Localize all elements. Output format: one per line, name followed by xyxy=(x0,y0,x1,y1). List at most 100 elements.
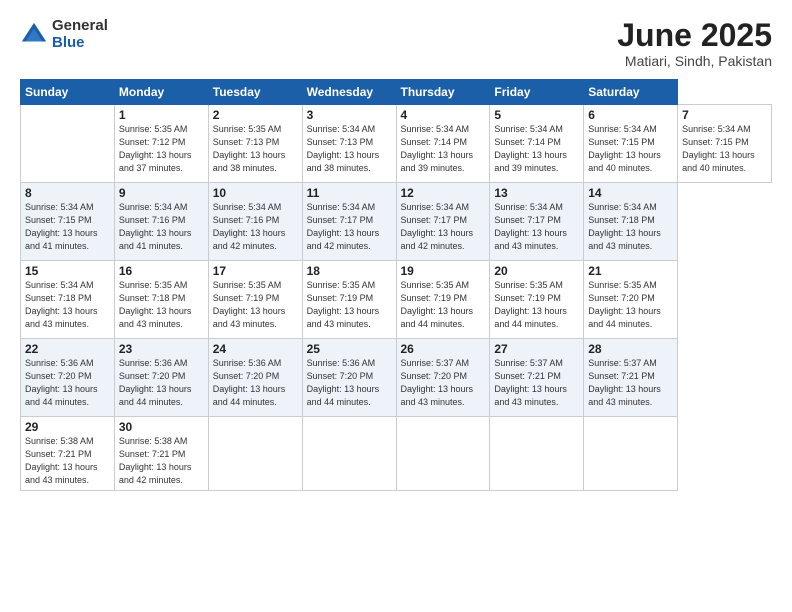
day-number: 10 xyxy=(213,186,298,200)
empty-cell xyxy=(490,417,584,491)
empty-cell xyxy=(208,417,302,491)
day-number: 17 xyxy=(213,264,298,278)
day-cell-21: 21Sunrise: 5:35 AM Sunset: 7:20 PM Dayli… xyxy=(584,261,678,339)
day-number: 13 xyxy=(494,186,579,200)
day-number: 18 xyxy=(307,264,392,278)
day-number: 1 xyxy=(119,108,204,122)
day-info: Sunrise: 5:35 AM Sunset: 7:13 PM Dayligh… xyxy=(213,123,298,175)
logo-text: General Blue xyxy=(52,18,108,51)
day-number: 20 xyxy=(494,264,579,278)
day-number: 27 xyxy=(494,342,579,356)
day-number: 21 xyxy=(588,264,673,278)
day-cell-30: 30Sunrise: 5:38 AM Sunset: 7:21 PM Dayli… xyxy=(114,417,208,491)
day-info: Sunrise: 5:35 AM Sunset: 7:19 PM Dayligh… xyxy=(401,279,486,331)
day-number: 3 xyxy=(307,108,392,122)
day-info: Sunrise: 5:34 AM Sunset: 7:15 PM Dayligh… xyxy=(25,201,110,253)
calendar-subtitle: Matiari, Sindh, Pakistan xyxy=(617,53,772,69)
day-number: 6 xyxy=(588,108,673,122)
day-cell-29: 29Sunrise: 5:38 AM Sunset: 7:21 PM Dayli… xyxy=(21,417,115,491)
empty-cell xyxy=(302,417,396,491)
day-cell-4: 4Sunrise: 5:34 AM Sunset: 7:14 PM Daylig… xyxy=(396,105,490,183)
day-cell-9: 9Sunrise: 5:34 AM Sunset: 7:16 PM Daylig… xyxy=(114,183,208,261)
day-number: 28 xyxy=(588,342,673,356)
day-number: 19 xyxy=(401,264,486,278)
week-row-5: 29Sunrise: 5:38 AM Sunset: 7:21 PM Dayli… xyxy=(21,417,772,491)
day-number: 25 xyxy=(307,342,392,356)
day-cell-25: 25Sunrise: 5:36 AM Sunset: 7:20 PM Dayli… xyxy=(302,339,396,417)
day-info: Sunrise: 5:35 AM Sunset: 7:19 PM Dayligh… xyxy=(213,279,298,331)
day-cell-2: 2Sunrise: 5:35 AM Sunset: 7:13 PM Daylig… xyxy=(208,105,302,183)
day-info: Sunrise: 5:37 AM Sunset: 7:21 PM Dayligh… xyxy=(494,357,579,409)
day-info: Sunrise: 5:34 AM Sunset: 7:14 PM Dayligh… xyxy=(401,123,486,175)
day-number: 8 xyxy=(25,186,110,200)
day-number: 24 xyxy=(213,342,298,356)
col-header-friday: Friday xyxy=(490,80,584,105)
title-block: June 2025 Matiari, Sindh, Pakistan xyxy=(617,18,772,69)
day-cell-10: 10Sunrise: 5:34 AM Sunset: 7:16 PM Dayli… xyxy=(208,183,302,261)
day-number: 7 xyxy=(682,108,767,122)
week-row-3: 15Sunrise: 5:34 AM Sunset: 7:18 PM Dayli… xyxy=(21,261,772,339)
day-info: Sunrise: 5:35 AM Sunset: 7:20 PM Dayligh… xyxy=(588,279,673,331)
day-info: Sunrise: 5:35 AM Sunset: 7:12 PM Dayligh… xyxy=(119,123,204,175)
day-cell-5: 5Sunrise: 5:34 AM Sunset: 7:14 PM Daylig… xyxy=(490,105,584,183)
day-info: Sunrise: 5:35 AM Sunset: 7:19 PM Dayligh… xyxy=(494,279,579,331)
day-cell-28: 28Sunrise: 5:37 AM Sunset: 7:21 PM Dayli… xyxy=(584,339,678,417)
day-cell-24: 24Sunrise: 5:36 AM Sunset: 7:20 PM Dayli… xyxy=(208,339,302,417)
week-row-1: 1Sunrise: 5:35 AM Sunset: 7:12 PM Daylig… xyxy=(21,105,772,183)
logo-blue: Blue xyxy=(52,35,108,52)
calendar-title: June 2025 xyxy=(617,18,772,53)
day-info: Sunrise: 5:34 AM Sunset: 7:16 PM Dayligh… xyxy=(119,201,204,253)
day-cell-12: 12Sunrise: 5:34 AM Sunset: 7:17 PM Dayli… xyxy=(396,183,490,261)
day-cell-17: 17Sunrise: 5:35 AM Sunset: 7:19 PM Dayli… xyxy=(208,261,302,339)
col-header-thursday: Thursday xyxy=(396,80,490,105)
day-info: Sunrise: 5:36 AM Sunset: 7:20 PM Dayligh… xyxy=(213,357,298,409)
day-cell-6: 6Sunrise: 5:34 AM Sunset: 7:15 PM Daylig… xyxy=(584,105,678,183)
page: General Blue June 2025 Matiari, Sindh, P… xyxy=(0,0,792,612)
day-number: 9 xyxy=(119,186,204,200)
col-header-sunday: Sunday xyxy=(21,80,115,105)
header-row: SundayMondayTuesdayWednesdayThursdayFrid… xyxy=(21,80,772,105)
day-info: Sunrise: 5:34 AM Sunset: 7:17 PM Dayligh… xyxy=(307,201,392,253)
day-info: Sunrise: 5:34 AM Sunset: 7:15 PM Dayligh… xyxy=(588,123,673,175)
day-number: 26 xyxy=(401,342,486,356)
day-cell-14: 14Sunrise: 5:34 AM Sunset: 7:18 PM Dayli… xyxy=(584,183,678,261)
day-number: 23 xyxy=(119,342,204,356)
day-info: Sunrise: 5:34 AM Sunset: 7:17 PM Dayligh… xyxy=(401,201,486,253)
week-row-2: 8Sunrise: 5:34 AM Sunset: 7:15 PM Daylig… xyxy=(21,183,772,261)
col-header-monday: Monday xyxy=(114,80,208,105)
day-cell-18: 18Sunrise: 5:35 AM Sunset: 7:19 PM Dayli… xyxy=(302,261,396,339)
day-info: Sunrise: 5:34 AM Sunset: 7:18 PM Dayligh… xyxy=(588,201,673,253)
day-cell-19: 19Sunrise: 5:35 AM Sunset: 7:19 PM Dayli… xyxy=(396,261,490,339)
day-number: 12 xyxy=(401,186,486,200)
header: General Blue June 2025 Matiari, Sindh, P… xyxy=(20,18,772,69)
col-header-wednesday: Wednesday xyxy=(302,80,396,105)
day-cell-26: 26Sunrise: 5:37 AM Sunset: 7:20 PM Dayli… xyxy=(396,339,490,417)
empty-cell xyxy=(584,417,678,491)
col-header-tuesday: Tuesday xyxy=(208,80,302,105)
day-number: 29 xyxy=(25,420,110,434)
day-cell-27: 27Sunrise: 5:37 AM Sunset: 7:21 PM Dayli… xyxy=(490,339,584,417)
day-info: Sunrise: 5:34 AM Sunset: 7:14 PM Dayligh… xyxy=(494,123,579,175)
empty-cell xyxy=(396,417,490,491)
day-cell-1: 1Sunrise: 5:35 AM Sunset: 7:12 PM Daylig… xyxy=(114,105,208,183)
empty-cell xyxy=(21,105,115,183)
logo-icon xyxy=(20,21,48,49)
day-info: Sunrise: 5:38 AM Sunset: 7:21 PM Dayligh… xyxy=(25,435,110,487)
day-info: Sunrise: 5:37 AM Sunset: 7:21 PM Dayligh… xyxy=(588,357,673,409)
day-info: Sunrise: 5:37 AM Sunset: 7:20 PM Dayligh… xyxy=(401,357,486,409)
day-number: 11 xyxy=(307,186,392,200)
day-number: 14 xyxy=(588,186,673,200)
day-info: Sunrise: 5:38 AM Sunset: 7:21 PM Dayligh… xyxy=(119,435,204,487)
day-number: 2 xyxy=(213,108,298,122)
day-number: 15 xyxy=(25,264,110,278)
day-number: 4 xyxy=(401,108,486,122)
day-cell-16: 16Sunrise: 5:35 AM Sunset: 7:18 PM Dayli… xyxy=(114,261,208,339)
day-info: Sunrise: 5:34 AM Sunset: 7:18 PM Dayligh… xyxy=(25,279,110,331)
day-info: Sunrise: 5:34 AM Sunset: 7:16 PM Dayligh… xyxy=(213,201,298,253)
logo: General Blue xyxy=(20,18,108,51)
day-cell-7: 7Sunrise: 5:34 AM Sunset: 7:15 PM Daylig… xyxy=(678,105,772,183)
day-cell-23: 23Sunrise: 5:36 AM Sunset: 7:20 PM Dayli… xyxy=(114,339,208,417)
col-header-saturday: Saturday xyxy=(584,80,678,105)
day-info: Sunrise: 5:36 AM Sunset: 7:20 PM Dayligh… xyxy=(25,357,110,409)
day-cell-13: 13Sunrise: 5:34 AM Sunset: 7:17 PM Dayli… xyxy=(490,183,584,261)
